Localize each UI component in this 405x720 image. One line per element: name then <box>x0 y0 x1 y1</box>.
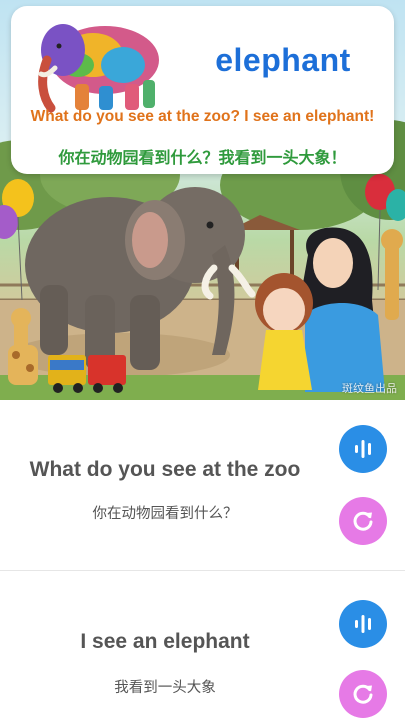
sentence-chinese: 你在动物园看到什么？ <box>92 506 238 522</box>
elephant-figure <box>25 187 256 370</box>
repeat-button[interactable] <box>339 670 387 718</box>
sentence-row: What do you see at the zoo 你在动物园看到什么？ <box>0 400 405 560</box>
audio-wave-icon <box>355 440 371 458</box>
replay-icon <box>353 684 373 704</box>
watermark: 斑纹鱼出品 <box>342 382 397 395</box>
card-sentence-english: What do you see at the zoo? I see an ele… <box>30 108 375 125</box>
sentence-list: What do you see at the zoo 你在动物园看到什么？ I … <box>0 400 405 720</box>
repeat-button[interactable] <box>339 497 387 545</box>
elephant-thumbnail <box>38 24 159 113</box>
mother-figure <box>300 227 385 392</box>
vocabulary-word: elephant <box>215 42 351 78</box>
audio-wave-icon <box>355 615 371 633</box>
sentence-english: What do you see at the zoo <box>29 458 301 481</box>
play-audio-button[interactable] <box>339 600 387 648</box>
sentence-row: I see an elephant 我看到一头大象 <box>0 570 405 720</box>
word-card: elephant What do you see at the zoo? I s… <box>11 6 394 174</box>
card-sentence-chinese: 你在动物园看到什么？我看到一头大象！ <box>58 148 347 167</box>
replay-icon <box>353 511 373 531</box>
sentence-chinese: 我看到一头大象 <box>114 680 216 696</box>
play-audio-button[interactable] <box>339 425 387 473</box>
zoo-illustration: elephant What do you see at the zoo? I s… <box>0 0 405 400</box>
sentence-english: I see an elephant <box>80 630 250 653</box>
